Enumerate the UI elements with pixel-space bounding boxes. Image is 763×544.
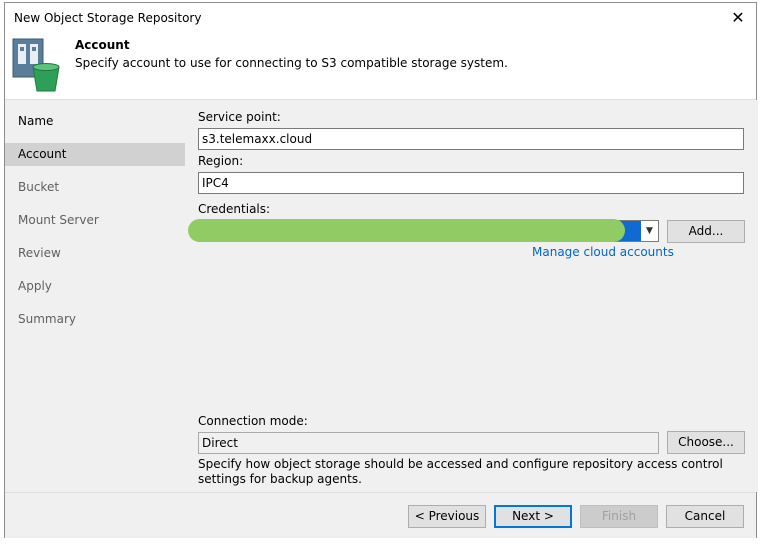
- add-credentials-button[interactable]: Add...: [667, 220, 745, 243]
- redacted-credentials: [188, 219, 625, 242]
- connection-mode-field: Direct: [198, 432, 659, 454]
- service-point-label: Service point:: [198, 110, 281, 124]
- title-bar: New Object Storage Repository ✕: [5, 3, 756, 33]
- chevron-down-icon[interactable]: ▼: [641, 221, 658, 241]
- close-icon[interactable]: ✕: [720, 3, 756, 33]
- step-account[interactable]: Account: [5, 143, 185, 166]
- window-title: New Object Storage Repository: [14, 11, 202, 25]
- connection-mode-label: Connection mode:: [198, 414, 308, 428]
- step-summary[interactable]: Summary: [5, 308, 185, 331]
- page-description: Specify account to use for connecting to…: [75, 56, 508, 70]
- form-panel: Service point: s3.telemaxx.cloud Region:…: [185, 100, 758, 492]
- region-label: Region:: [198, 154, 244, 168]
- cancel-button[interactable]: Cancel: [666, 505, 744, 528]
- wizard-steps: Name Account Bucket Mount Server Review …: [5, 100, 185, 492]
- step-bucket[interactable]: Bucket: [5, 176, 185, 199]
- wizard-header: Account Specify account to use for conne…: [5, 33, 756, 99]
- step-name[interactable]: Name: [5, 110, 185, 133]
- credentials-label: Credentials:: [198, 202, 271, 216]
- manage-cloud-accounts-link[interactable]: Manage cloud accounts: [532, 245, 674, 259]
- finish-button: Finish: [580, 505, 658, 528]
- wizard-footer: < Previous Next > Finish Cancel: [5, 493, 756, 538]
- next-button[interactable]: Next >: [494, 505, 572, 528]
- object-storage-icon: [12, 38, 60, 92]
- connection-mode-help: Specify how object storage should be acc…: [198, 457, 723, 486]
- step-mount-server[interactable]: Mount Server: [5, 209, 185, 232]
- step-review[interactable]: Review: [5, 242, 185, 265]
- step-apply[interactable]: Apply: [5, 275, 185, 298]
- wizard-dialog: New Object Storage Repository ✕ Account …: [4, 2, 758, 538]
- choose-connection-mode-button[interactable]: Choose...: [667, 431, 745, 454]
- region-input[interactable]: IPC4: [198, 172, 744, 194]
- previous-button[interactable]: < Previous: [408, 505, 486, 528]
- page-title: Account: [75, 38, 130, 52]
- service-point-input[interactable]: s3.telemaxx.cloud: [198, 128, 744, 150]
